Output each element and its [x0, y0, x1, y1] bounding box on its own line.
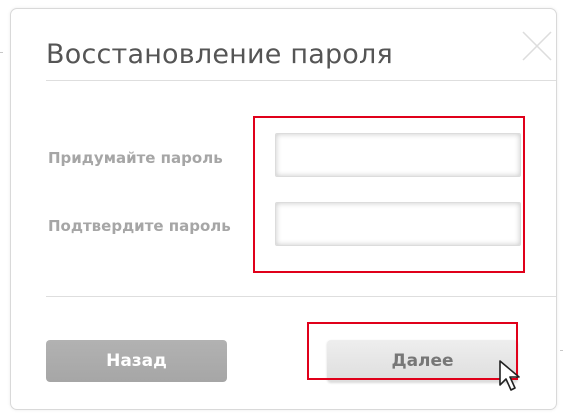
next-button[interactable]: Далее [327, 340, 518, 382]
edge-mark-left [0, 52, 3, 53]
edge-mark-right [560, 350, 563, 351]
back-button[interactable]: Назад [46, 340, 227, 382]
password-recovery-dialog: Восстановление пароля Придумайте пароль … [10, 8, 557, 410]
new-password-input[interactable] [275, 133, 521, 177]
new-password-label: Придумайте пароль [48, 149, 223, 167]
title-divider [46, 80, 556, 81]
footer-divider [46, 296, 556, 297]
confirm-password-input[interactable] [275, 202, 521, 246]
screen: Восстановление пароля Придумайте пароль … [0, 0, 565, 417]
dialog-title: Восстановление пароля [46, 39, 393, 70]
close-button[interactable] [520, 29, 554, 63]
close-x-icon [522, 31, 552, 61]
confirm-password-label: Подтвердите пароль [48, 217, 231, 235]
